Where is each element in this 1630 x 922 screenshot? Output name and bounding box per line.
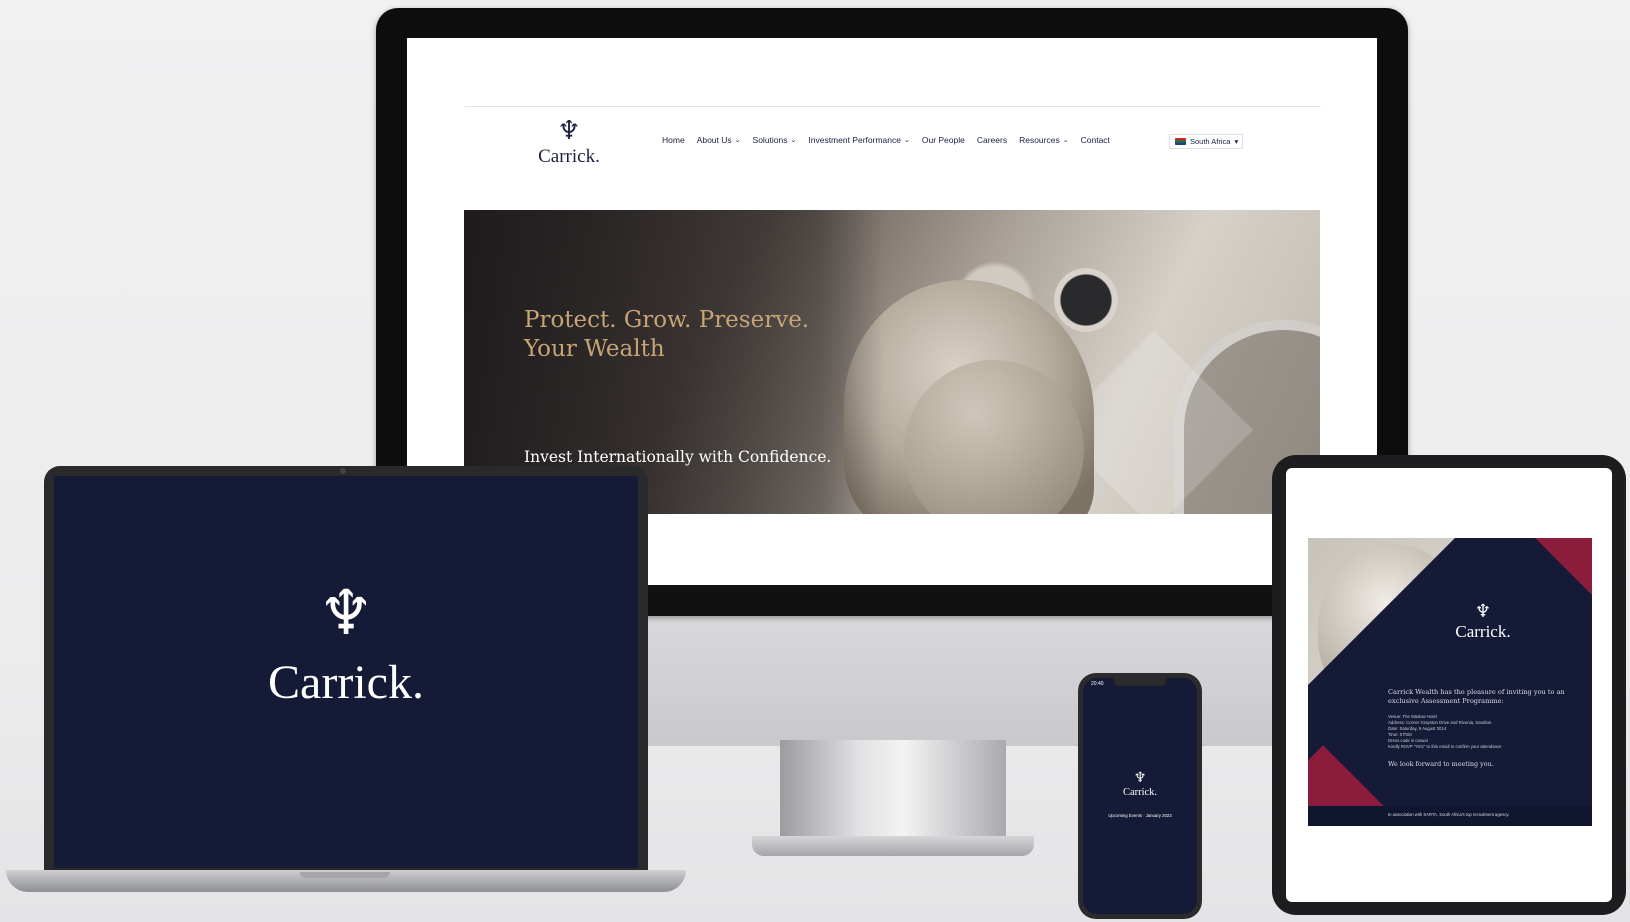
- invitation-footer-text: In association with SARTA, South Africa'…: [1388, 812, 1510, 817]
- events-date: January 2023: [1145, 813, 1172, 818]
- phone-logo: ♆ Carrick.: [1083, 770, 1197, 799]
- invitation-details: Venue: The Maslow Hotel Address: Corner …: [1388, 714, 1588, 751]
- invitation-lead: Carrick Wealth has the pleasure of invit…: [1388, 688, 1565, 705]
- hero-subtitle: Invest Internationally with Confidence.: [524, 448, 832, 466]
- chevron-down-icon: ⌄: [903, 137, 910, 144]
- nav-solutions[interactable]: Solutions ⌄: [753, 135, 797, 145]
- trident-icon: ♆: [1474, 601, 1492, 622]
- phone-screen: 20:40 ♆ Carrick. Upcoming Events / Janua…: [1083, 678, 1197, 914]
- main-nav: Home About Us ⌄ Solutions ⌄ Investment Per…: [662, 135, 1110, 145]
- chevron-down-icon: ⌄: [1062, 137, 1069, 144]
- nav-resources[interactable]: Resources ⌄: [1019, 135, 1069, 145]
- invitation-closing: We look forward to meeting you.: [1388, 760, 1494, 768]
- invitation-card: ♆ Carrick. Carrick Wealth has the pleasu…: [1308, 538, 1592, 826]
- nav-investment-performance[interactable]: Investment Performance ⌄: [808, 135, 909, 145]
- trident-icon: ♆: [318, 576, 374, 649]
- events-label: Upcoming Events: [1108, 813, 1143, 818]
- detail-line: Kindly RSVP "YES" to this email to confi…: [1388, 744, 1502, 750]
- laptop-screen: ♆ Carrick.: [54, 476, 638, 868]
- hero-title: Protect. Grow. Preserve. Your Wealth: [524, 307, 810, 362]
- caret-down-icon: ▾: [1234, 137, 1239, 146]
- phone-logo-text: Carrick.: [1122, 787, 1158, 798]
- phone-notch: [1113, 678, 1167, 686]
- region-select[interactable]: South Africa ▾: [1169, 134, 1243, 149]
- nav-home[interactable]: Home: [662, 135, 685, 145]
- laptop-opening-groove: [300, 872, 390, 878]
- phone-events-line[interactable]: Upcoming Events / January 2023: [1083, 813, 1197, 818]
- tablet-screen: ♆ Carrick. Carrick Wealth has the pleasu…: [1286, 468, 1612, 902]
- nav-about-us[interactable]: About Us ⌄: [697, 135, 741, 145]
- nav-careers[interactable]: Careers: [977, 135, 1007, 145]
- south-africa-flag-icon: [1175, 138, 1186, 145]
- region-select-value: South Africa: [1190, 137, 1231, 146]
- nav-our-people[interactable]: Our People: [922, 135, 965, 145]
- laptop-logo-text: Carrick.: [268, 656, 424, 709]
- monitor-stand: [780, 740, 1006, 842]
- monitor-stand-base: [752, 836, 1034, 856]
- invitation-logo-text: Carrick.: [1455, 622, 1511, 641]
- phone-status-time: 20:40: [1091, 681, 1104, 687]
- trident-icon: ♆: [1133, 770, 1147, 786]
- chevron-down-icon: ⌄: [734, 137, 741, 144]
- round-window-image: [1054, 268, 1118, 332]
- chevron-down-icon: ⌄: [790, 137, 797, 144]
- laptop-logo: ♆ Carrick.: [54, 576, 638, 712]
- invitation-logo: ♆ Carrick.: [1418, 602, 1548, 642]
- laptop-camera: [340, 468, 346, 474]
- site-logo[interactable]: ♆ Carrick.: [514, 116, 624, 186]
- site-logo-text: Carrick.: [538, 146, 600, 167]
- header-divider: [465, 106, 1321, 107]
- trident-icon: ♆: [557, 116, 581, 146]
- nav-contact[interactable]: Contact: [1081, 135, 1110, 145]
